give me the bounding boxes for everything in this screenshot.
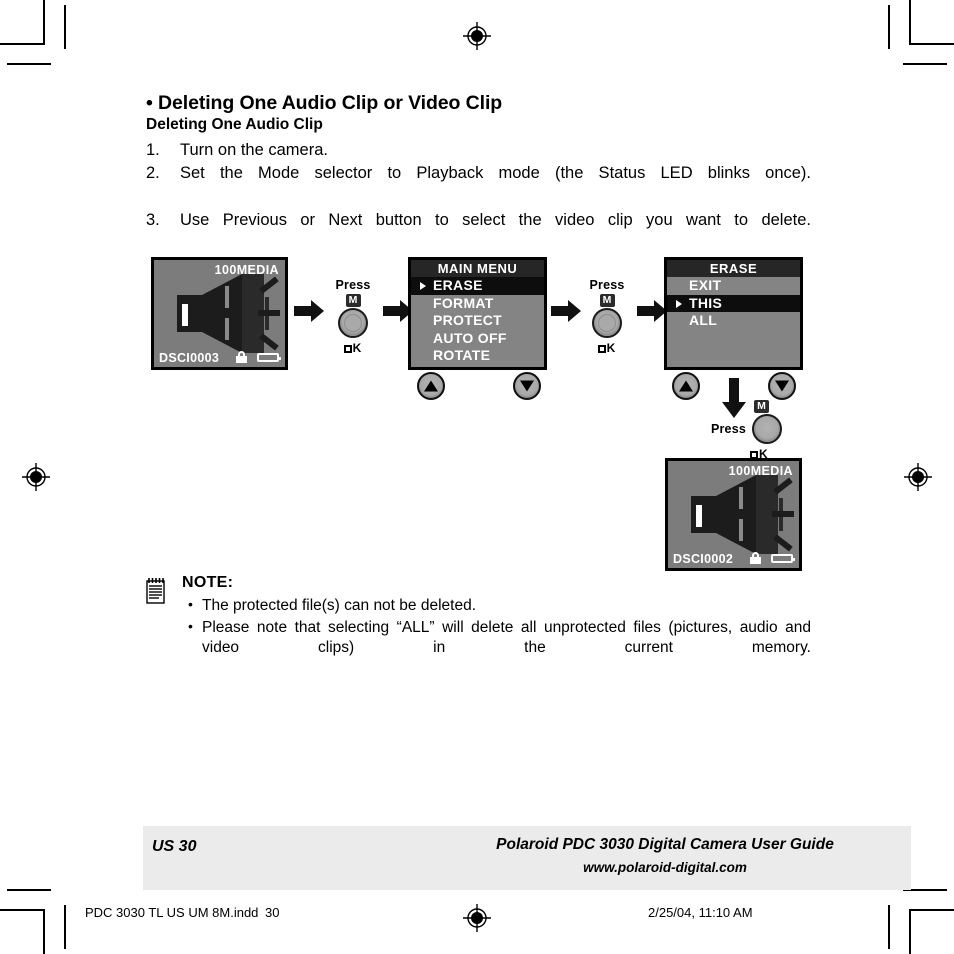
page-body: • Deleting One Audio Clip or Video Clip … <box>146 92 811 256</box>
list-item: Please note that selecting “ALL” will de… <box>188 617 811 681</box>
folder-label: 100MEDIA <box>214 263 279 277</box>
crop-mark <box>909 909 911 954</box>
step-number: 3. <box>146 211 160 230</box>
menu-title: MAIN MENU <box>411 260 544 277</box>
footer-url: www.polaroid-digital.com <box>583 860 747 875</box>
registration-target-icon <box>462 21 492 51</box>
registration-target-icon <box>903 462 933 492</box>
print-filename: PDC 3030 TL US UM 8M.indd <box>85 905 259 920</box>
print-timestamp: 2/25/04, 11:10 AM <box>648 905 753 920</box>
nav-down-button[interactable] <box>768 372 796 400</box>
note-block: NOTE: The protected file(s) can not be d… <box>146 572 811 681</box>
crop-mark <box>0 43 44 45</box>
step-number: 2. <box>146 164 160 183</box>
menu-ok-button[interactable] <box>592 308 622 338</box>
list-item: 1. Turn on the camera. <box>146 139 811 162</box>
step-text: Turn on the camera. <box>180 141 328 160</box>
crop-mark <box>888 5 890 49</box>
press-m-button-group-3: M Press K <box>700 400 810 461</box>
crop-mark <box>43 909 45 954</box>
folder-label: 100MEDIA <box>728 464 793 478</box>
mode-badge: M <box>345 294 361 307</box>
registration-target-icon <box>462 903 492 933</box>
page-title: • Deleting One Audio Clip or Video Clip <box>146 92 503 114</box>
battery-icon <box>257 352 281 362</box>
file-label: DSCI0002 <box>673 552 734 566</box>
status-icons <box>236 351 281 363</box>
menu-item-this[interactable]: THIS <box>667 294 800 312</box>
list-item: 3. Use Previous or Next button to select… <box>146 209 811 256</box>
press-m-button-group-2: Press M K <box>572 278 642 355</box>
status-icons <box>750 552 795 564</box>
step-number: 1. <box>146 141 160 160</box>
file-label: DSCI0003 <box>159 351 220 365</box>
footer-title: Polaroid PDC 3030 Digital Camera User Gu… <box>496 836 834 853</box>
press-label: Press <box>589 278 625 292</box>
ok-label: OKK <box>318 341 388 355</box>
crop-mark <box>903 63 947 65</box>
menu-item-format[interactable]: FORMAT <box>411 295 544 313</box>
menu-item-auto-off[interactable]: AUTO OFF <box>411 330 544 348</box>
crop-mark <box>64 5 66 49</box>
mode-badge: M <box>599 294 615 307</box>
menu-item-rotate[interactable]: ROTATE <box>411 347 544 365</box>
list-item: 2. Set the Mode selector to Playback mod… <box>146 162 811 209</box>
ok-label: K <box>572 341 642 355</box>
arrow-right-icon <box>637 300 667 322</box>
press-label: Press <box>335 278 371 292</box>
print-page-number: 30 <box>265 905 280 920</box>
crop-mark <box>888 905 890 949</box>
erase-menu-panel: ERASE EXIT THIS ALL <box>664 257 803 370</box>
nav-up-button[interactable] <box>417 372 445 400</box>
nav-up-button[interactable] <box>672 372 700 400</box>
list-item: The protected file(s) can not be deleted… <box>188 595 811 617</box>
step-text: Set the Mode selector to Playback mode (… <box>180 164 811 183</box>
crop-mark <box>7 889 51 891</box>
crop-mark <box>910 909 954 911</box>
page-number: US 30 <box>152 838 197 855</box>
menu-ok-button[interactable] <box>338 308 368 338</box>
press-label: Press <box>710 422 746 436</box>
camera-screen-after: 100MEDIA DSCI0002 <box>665 458 802 571</box>
document-page: • Deleting One Audio Clip or Video Clip … <box>0 0 954 954</box>
mode-badge: M <box>754 400 769 413</box>
menu-title: ERASE <box>667 260 800 277</box>
menu-ok-button[interactable] <box>752 414 782 444</box>
menu-item-protect[interactable]: PROTECT <box>411 312 544 330</box>
crop-mark <box>7 63 51 65</box>
note-list: The protected file(s) can not be deleted… <box>146 595 811 681</box>
ok-square-glyph <box>597 345 606 353</box>
main-menu-panel: MAIN MENU ERASE FORMAT PROTECT AUTO OFF … <box>408 257 547 370</box>
lock-icon <box>750 552 761 564</box>
crop-mark <box>0 909 44 911</box>
page-subtitle: Deleting One Audio Clip <box>146 116 323 134</box>
crop-mark <box>909 0 911 45</box>
nav-down-button[interactable] <box>513 372 541 400</box>
menu-item-all[interactable]: ALL <box>667 312 800 330</box>
battery-icon <box>771 553 795 563</box>
menu-item-erase[interactable]: ERASE <box>411 277 544 295</box>
press-m-button-group-1: Press M OKK <box>318 278 388 355</box>
registration-target-icon <box>21 462 51 492</box>
step-text: Use Previous or Next button to select th… <box>180 211 811 230</box>
steps-list: 1. Turn on the camera. 2. Set the Mode s… <box>146 139 811 256</box>
camera-screen-before: 100MEDIA DSCI0003 <box>151 257 288 370</box>
ok-square-glyph <box>343 345 352 353</box>
note-heading: NOTE: <box>182 574 234 591</box>
notepad-icon <box>146 578 165 604</box>
crop-mark <box>910 43 954 45</box>
crop-mark <box>64 905 66 949</box>
crop-mark <box>43 0 45 45</box>
lock-icon <box>236 351 247 363</box>
menu-item-exit[interactable]: EXIT <box>667 277 800 295</box>
